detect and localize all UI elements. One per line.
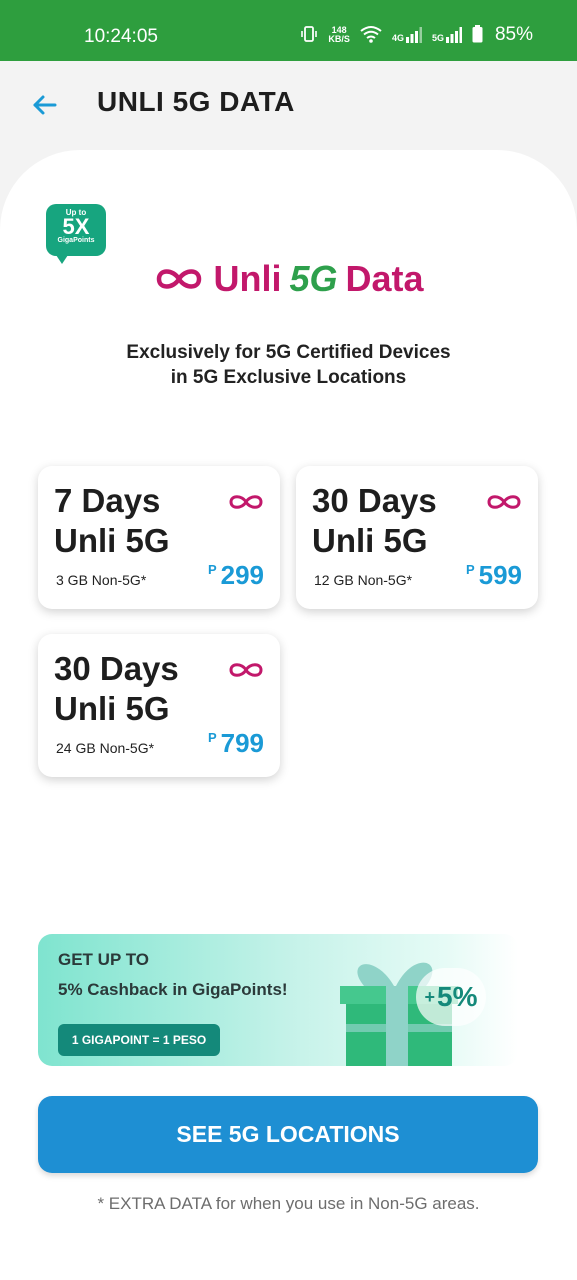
currency-symbol: P <box>207 562 217 577</box>
plan-title: 7 Days Unli 5G <box>54 481 170 561</box>
currency-symbol: P <box>207 730 217 745</box>
plan-card-30days-799[interactable]: 30 Days Unli 5G 24 GB Non-5G* P 799 <box>38 634 280 777</box>
promo-subline: 5% Cashback in GigaPoints! <box>58 980 288 999</box>
price-amount: 799 <box>220 728 264 758</box>
arrow-left-icon <box>33 95 57 115</box>
page-title: UNLI 5G DATA <box>97 86 295 117</box>
status-icons: 148 KB/S 4G 5G 85% <box>300 24 533 46</box>
infinity-icon <box>229 663 263 677</box>
subtitle-line1: Exclusively for 5G Certified Devices <box>126 342 451 363</box>
plan-title: 30 Days Unli 5G <box>54 649 179 729</box>
plan-note: 12 GB Non-5G* <box>314 572 413 588</box>
net-speed-unit: KB/S <box>328 34 350 44</box>
plan-price: P 299 <box>208 560 264 591</box>
promo-percent-badge: +5% <box>416 968 486 1026</box>
badge-line2: 5X <box>62 214 90 239</box>
plan-note: 24 GB Non-5G* <box>56 740 155 756</box>
cashback-promo-banner[interactable]: GET UP TO 5% Cashback in GigaPoints! 1 G… <box>38 934 518 1066</box>
promo-headline: GET UP TO <box>58 950 150 969</box>
plan-title-line1: 30 Days <box>54 650 179 687</box>
plan-price: P 599 <box>466 560 522 591</box>
back-button[interactable] <box>30 89 62 121</box>
main-card: Up to 5X GigaPoints Unli 5G Data Exclusi… <box>0 150 577 1280</box>
infinity-icon <box>487 495 521 509</box>
currency-symbol: P <box>465 562 475 577</box>
network-5g-label: 5G <box>431 33 444 43</box>
plan-note: 3 GB Non-5G* <box>56 572 147 588</box>
gigapoints-badge: Up to 5X GigaPoints <box>46 204 106 264</box>
plan-card-7days[interactable]: 7 Days Unli 5G 3 GB Non-5G* P 299 <box>38 466 280 609</box>
infinity-icon <box>157 269 202 289</box>
gigapoint-rate-pill: 1 GIGAPOINT = 1 PESO <box>58 1024 220 1056</box>
plan-title-line2: Unli 5G <box>54 522 170 559</box>
subtitle-line2: in 5G Exclusive Locations <box>170 367 407 388</box>
brand-word-unli: Unli <box>213 258 282 299</box>
subtitle: Exclusively for 5G Certified Devices in … <box>0 340 577 390</box>
brand-word-data: Data <box>345 258 424 299</box>
promo-percent: 5% <box>437 981 478 1012</box>
vibrate-icon <box>300 25 318 46</box>
brand-logo: Unli 5G Data <box>0 258 577 300</box>
plan-title-line1: 30 Days <box>312 482 437 519</box>
plan-card-30days-599[interactable]: 30 Days Unli 5G 12 GB Non-5G* P 599 <box>296 466 538 609</box>
wifi-icon <box>360 25 382 46</box>
price-amount: 599 <box>478 560 522 590</box>
plan-title-line2: Unli 5G <box>54 690 170 727</box>
see-5g-locations-button[interactable]: SEE 5G LOCATIONS <box>38 1096 538 1173</box>
net-speed: 148 KB/S <box>328 26 350 44</box>
plan-title-line2: Unli 5G <box>312 522 428 559</box>
signal-5g-icon: 5G <box>432 27 462 43</box>
network-4g-label: 4G <box>391 33 404 43</box>
plan-title-line1: 7 Days <box>54 482 161 519</box>
status-time: 10:24:05 <box>84 26 158 47</box>
brand-word-5g: 5G <box>289 258 338 299</box>
signal-4g-icon: 4G <box>392 27 422 43</box>
app-header: UNLI 5G DATA <box>0 61 577 151</box>
plan-price: P 799 <box>208 728 264 759</box>
plan-title: 30 Days Unli 5G <box>312 481 437 561</box>
status-bar: 10:24:05 148 KB/S 4G 5G 85% <box>0 0 577 61</box>
battery-icon <box>472 24 483 46</box>
badge-line3: GigaPoints <box>57 237 95 244</box>
price-amount: 299 <box>220 560 264 590</box>
plus-icon: + <box>424 986 436 1007</box>
infinity-icon <box>229 495 263 509</box>
footnote: * EXTRA DATA for when you use in Non-5G … <box>97 1194 480 1213</box>
battery-percent: 85% <box>494 24 533 45</box>
